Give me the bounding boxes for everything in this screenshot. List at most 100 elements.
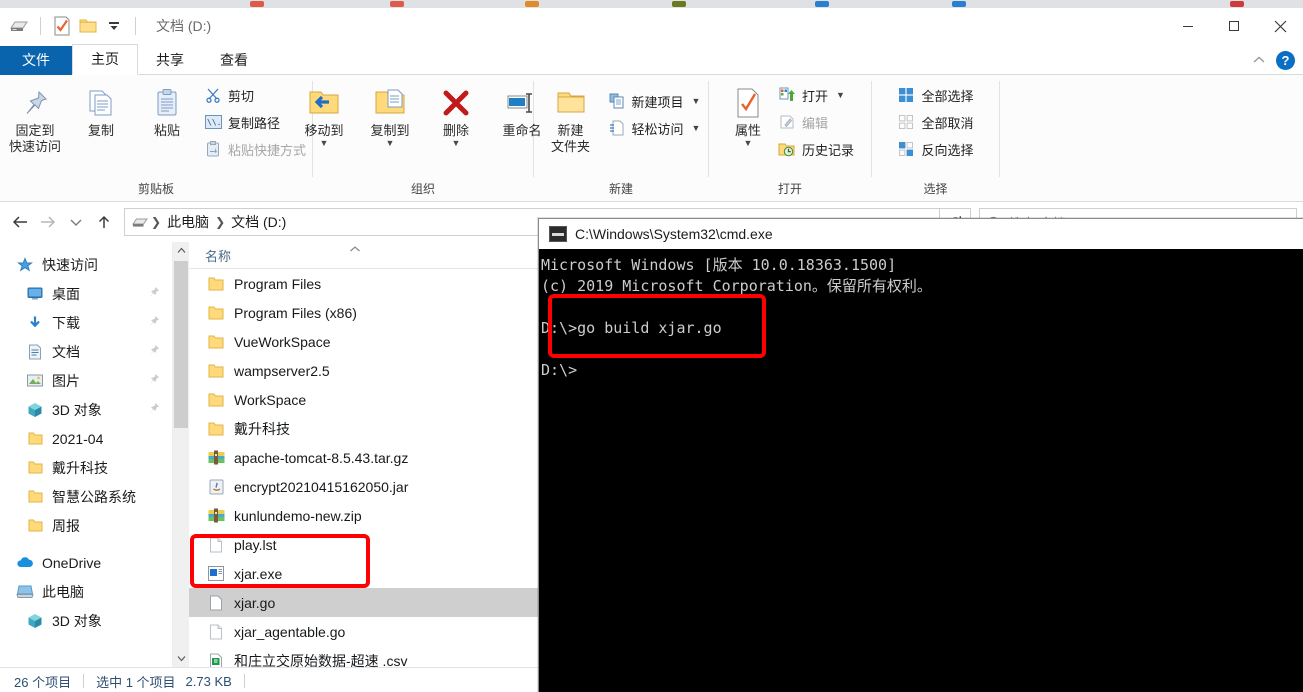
minimize-button[interactable] xyxy=(1165,8,1211,44)
pictures-icon xyxy=(26,372,44,390)
customize-quick-access-chevron-down-icon[interactable] xyxy=(103,15,125,37)
properties-button[interactable]: 属性 ▼ xyxy=(722,81,774,148)
new-folder-label-line1: 新建 xyxy=(557,123,584,138)
history-button[interactable]: 历史记录 xyxy=(774,137,858,161)
breadcrumb-item-this-pc[interactable]: 此电脑 xyxy=(163,212,213,232)
sidebar-item-pictures[interactable]: 图片 xyxy=(0,366,172,395)
sidebar-item-weekly-report[interactable]: 周报 xyxy=(0,511,172,540)
properties-chevron-down-icon[interactable]: ▼ xyxy=(744,139,753,148)
up-button[interactable] xyxy=(90,208,118,236)
tab-file[interactable]: 文件 xyxy=(0,46,72,75)
sidebar-item-documents[interactable]: 文档 xyxy=(0,337,172,366)
sidebar-item-desktop[interactable]: 桌面 xyxy=(0,279,172,308)
tab-home[interactable]: 主页 xyxy=(72,44,138,75)
collapse-ribbon-chevron-up-icon[interactable] xyxy=(1252,52,1266,70)
desktop-icon xyxy=(26,285,44,303)
new-item-button[interactable]: 新建项目 ▼ xyxy=(604,89,705,113)
tab-share[interactable]: 共享 xyxy=(138,46,202,75)
file-name: VueWorkSpace xyxy=(234,333,331,350)
sidebar-item-downloads[interactable]: 下载 xyxy=(0,308,172,337)
sidebar-item-quick-access[interactable]: 快速访问 xyxy=(0,250,172,279)
paste-label: 粘贴 xyxy=(153,123,180,138)
sidebar-item-onedrive[interactable]: OneDrive xyxy=(0,548,172,577)
invert-selection-label: 反向选择 xyxy=(921,142,974,158)
easy-access-chevron-down-icon[interactable]: ▼ xyxy=(692,123,701,133)
pin-icon[interactable] xyxy=(147,373,160,389)
easy-access-label: 轻松访问 xyxy=(631,121,684,137)
properties-label: 属性 xyxy=(734,123,761,138)
edit-label: 编辑 xyxy=(801,115,828,131)
delete-label: 删除 xyxy=(442,123,469,138)
scrollbar-thumb[interactable] xyxy=(174,261,188,428)
new-folder-button[interactable]: 新建 文件夹 xyxy=(538,81,604,155)
sidebar-item-this-pc[interactable]: 此电脑 xyxy=(0,577,172,606)
sidebar-item-3d-objects[interactable]: 3D 对象 xyxy=(0,395,172,424)
edit-button[interactable]: 编辑 xyxy=(774,110,858,134)
cmd-line-5: D:\> xyxy=(541,361,578,379)
new-item-icon xyxy=(608,92,626,110)
open-chevron-down-icon[interactable]: ▼ xyxy=(836,90,845,100)
copy-button[interactable]: 复制 xyxy=(68,81,134,139)
breadcrumb-item-documents-d[interactable]: 文档 (D:) xyxy=(227,212,290,232)
ribbon-group-label-clipboard: 剪贴板 xyxy=(137,182,174,196)
open-button[interactable]: 打开 ▼ xyxy=(774,83,858,107)
sidebar-item-daisheng-tech[interactable]: 戴升科技 xyxy=(0,453,172,482)
pin-icon[interactable] xyxy=(147,286,160,302)
forward-button[interactable] xyxy=(34,208,62,236)
easy-access-button[interactable]: 轻松访问 ▼ xyxy=(604,116,705,140)
file-name: xjar_agentable.go xyxy=(234,623,346,640)
open-icon xyxy=(778,86,796,104)
pin-icon[interactable] xyxy=(147,402,160,418)
recent-locations-chevron-down-icon[interactable] xyxy=(62,208,90,236)
move-to-button[interactable]: 移动到 ▼ xyxy=(291,81,357,148)
copy-to-chevron-down-icon[interactable]: ▼ xyxy=(386,139,395,148)
new-item-chevron-down-icon[interactable]: ▼ xyxy=(692,96,701,106)
copy-to-button[interactable]: 复制到 ▼ xyxy=(357,81,423,148)
cmd-title: C:\Windows\System32\cmd.exe xyxy=(575,226,773,242)
ribbon-group-new: 新建 文件夹 新建项目 ▼ 轻松访问 ▼ 新建 xyxy=(534,75,708,201)
tab-view[interactable]: 查看 xyxy=(202,46,266,75)
window-title: 文档 (D:) xyxy=(156,18,212,34)
ribbon-group-clipboard: 固定到 快速访问 复制 粘贴 剪切 \\. 复制路径 粘贴快捷方式 剪贴板 xyxy=(0,75,312,201)
paste-button[interactable]: 粘贴 xyxy=(134,81,200,139)
properties-icon xyxy=(734,83,762,123)
cmd-line-1: (c) 2019 Microsoft Corporation。保留所有权利。 xyxy=(541,277,932,295)
generic-file-icon xyxy=(207,594,225,612)
new-folder-icon[interactable] xyxy=(77,15,99,37)
cmd-console-output[interactable]: Microsoft Windows [版本 10.0.18363.1500] (… xyxy=(539,249,1303,692)
3d-objects-icon xyxy=(26,401,44,419)
close-button[interactable] xyxy=(1257,8,1303,44)
pin-icon[interactable] xyxy=(147,344,160,360)
scroll-down-arrow-icon[interactable] xyxy=(173,650,189,667)
edit-icon xyxy=(778,113,796,131)
delete-button[interactable]: 删除 ▼ xyxy=(423,81,489,148)
select-all-button[interactable]: 全部选择 xyxy=(893,83,977,107)
help-button[interactable]: ? xyxy=(1276,51,1295,70)
pin-label-line2: 快速访问 xyxy=(8,139,61,154)
cmd-line-0: Microsoft Windows [版本 10.0.18363.1500] xyxy=(541,256,897,274)
sidebar-label: 下载 xyxy=(52,314,80,331)
move-to-chevron-down-icon[interactable]: ▼ xyxy=(320,139,329,148)
navigation-pane: 快速访问 桌面 下载 文档 图片 3D 对象 2021-04 戴升科技 智慧公路… xyxy=(0,242,172,667)
file-name: apache-tomcat-8.5.43.tar.gz xyxy=(234,449,409,466)
back-button[interactable] xyxy=(6,208,34,236)
pin-icon[interactable] xyxy=(147,315,160,331)
navigation-pane-scrollbar[interactable] xyxy=(172,242,189,667)
folder-icon xyxy=(207,420,225,438)
paste-shortcut-icon xyxy=(204,140,222,158)
paste-icon xyxy=(151,83,183,123)
invert-selection-button[interactable]: 反向选择 xyxy=(893,137,977,161)
sidebar-item-3d-objects-pc[interactable]: 3D 对象 xyxy=(0,606,172,635)
maximize-button[interactable] xyxy=(1211,8,1257,44)
sidebar-label: 3D 对象 xyxy=(52,612,102,629)
sidebar-label: 文档 xyxy=(52,343,80,360)
ribbon: 固定到 快速访问 复制 粘贴 剪切 \\. 复制路径 粘贴快捷方式 剪贴板 移动… xyxy=(0,75,1303,202)
archive-icon xyxy=(207,449,225,467)
sidebar-item-smart-highway[interactable]: 智慧公路系统 xyxy=(0,482,172,511)
pin-to-quick-access-button[interactable]: 固定到 快速访问 xyxy=(2,81,68,155)
properties-checkbox-icon[interactable] xyxy=(51,15,73,37)
scroll-up-arrow-icon[interactable] xyxy=(173,242,189,259)
select-none-button[interactable]: 全部取消 xyxy=(893,110,977,134)
sidebar-item-2021-04[interactable]: 2021-04 xyxy=(0,424,172,453)
delete-chevron-down-icon[interactable]: ▼ xyxy=(452,139,461,148)
